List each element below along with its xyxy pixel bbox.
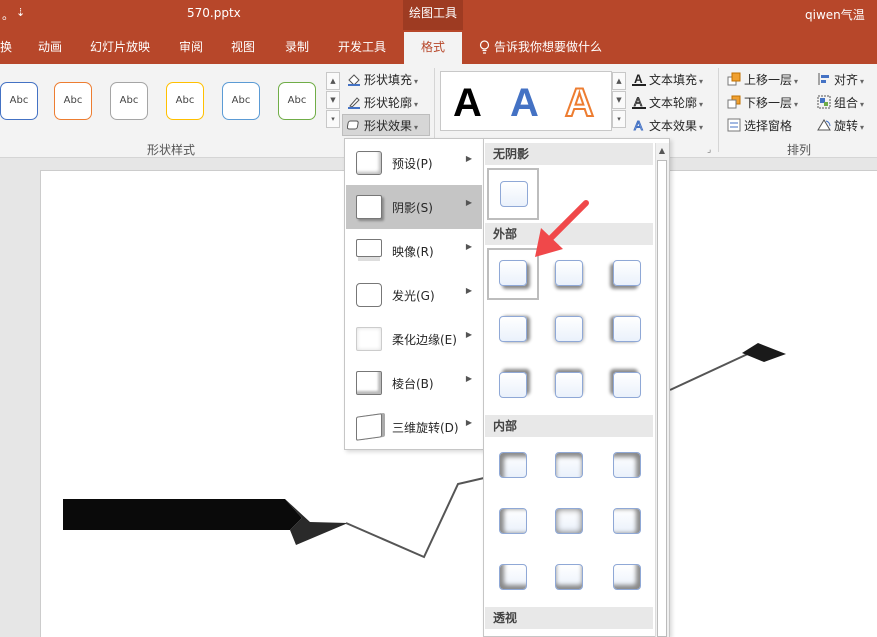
menu-item-3d-rotation[interactable]: 三维旋转(D) ▶ [346,405,482,449]
submenu-arrow-icon: ▶ [465,198,472,207]
bevel-icon [356,371,382,395]
menu-item-label: 柔化边缘(E) [392,333,457,347]
red-arrow-icon [535,200,589,257]
soft-edges-icon [356,327,382,351]
section-perspective: 透视 [485,607,653,629]
shadow-outer-swatch[interactable] [543,360,595,412]
shadow-outer-swatch[interactable] [601,304,653,356]
reflection-icon [356,239,382,257]
section-inner: 内部 [485,415,653,437]
menu-item-glow[interactable]: 发光(G) ▶ [346,273,482,317]
shadow-inner-swatch[interactable] [487,440,539,492]
menu-item-label: 阴影(S) [392,201,433,215]
shadow-inner-swatch[interactable] [543,440,595,492]
black-banner-shape [63,499,302,530]
3d-rotation-icon [356,413,382,441]
submenu-arrow-icon: ▶ [465,418,472,427]
menu-item-label: 映像(R) [392,245,434,259]
menu-item-shadow[interactable]: 阴影(S) ▶ [346,185,482,229]
submenu-arrow-icon: ▶ [465,286,472,295]
preset-icon [356,151,382,175]
shadow-inner-swatch[interactable] [601,496,653,548]
shadow-outer-swatch[interactable] [543,304,595,356]
shadow-inner-swatch[interactable] [601,552,653,604]
shadow-inner-swatch[interactable] [543,552,595,604]
menu-item-label: 棱台(B) [392,377,434,391]
flag-end-shape [742,343,786,362]
menu-item-label: 三维旋转(D) [392,421,459,435]
submenu-arrow-icon: ▶ [465,374,472,383]
shadow-outer-swatch[interactable] [487,304,539,356]
menu-item-label: 预设(P) [392,157,433,171]
shadow-outer-swatch[interactable] [487,360,539,412]
submenu-arrow-icon: ▶ [465,330,472,339]
shape-effects-menu: 预设(P) ▶ 阴影(S) ▶ 映像(R) ▶ 发光(G) ▶ 柔化边缘(E) … [344,138,484,450]
submenu-arrow-icon: ▶ [465,154,472,163]
shadow-outer-swatch[interactable] [601,248,653,300]
menu-item-reflection[interactable]: 映像(R) ▶ [346,229,482,273]
menu-item-soft-edges[interactable]: 柔化边缘(E) ▶ [346,317,482,361]
connector-line-shape [345,477,485,559]
connector-line-upper-shape [669,351,753,391]
submenu-arrow-icon: ▶ [465,242,472,251]
scrollbar-thumb[interactable] [657,160,667,637]
shadow-inner-swatch[interactable] [601,440,653,492]
menu-item-bevel[interactable]: 棱台(B) ▶ [346,361,482,405]
menu-item-preset[interactable]: 预设(P) ▶ [346,141,482,185]
glow-icon [356,283,382,307]
shadow-inner-swatch[interactable] [543,496,595,548]
shadow-inner-swatch[interactable] [487,552,539,604]
shadow-icon [356,195,382,219]
section-no-shadow: 无阴影 [485,143,653,165]
menu-item-label: 发光(G) [392,289,435,303]
shadow-outer-swatch[interactable] [601,360,653,412]
shadow-inner-swatch[interactable] [487,496,539,548]
scroll-up-arrow-icon[interactable]: ▲ [655,143,669,159]
